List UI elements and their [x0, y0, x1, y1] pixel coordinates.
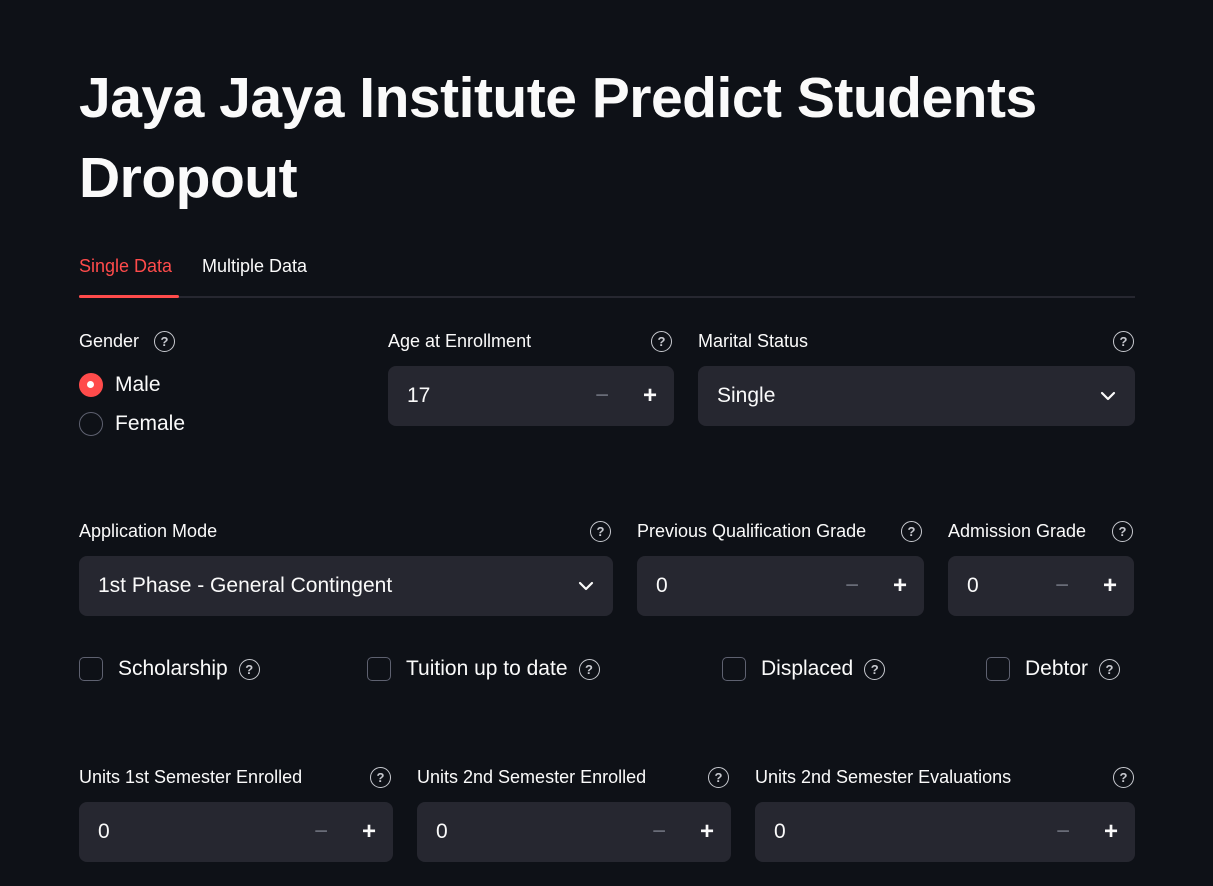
radio-label: Female: [115, 412, 186, 435]
units-2nd-evaluations-decrement-button[interactable]: −: [1039, 802, 1087, 862]
prev-grade-value[interactable]: 0: [637, 574, 828, 598]
debtor-checkbox[interactable]: Debtor ?: [986, 657, 1121, 681]
units-2nd-evaluations-number-input[interactable]: 0 − +: [755, 802, 1135, 862]
gender-label: Gender: [79, 331, 140, 351]
admission-grade-help-icon[interactable]: ?: [1112, 521, 1133, 542]
radio-label: Male: [115, 373, 161, 396]
units-1st-enrolled-help-icon[interactable]: ?: [370, 767, 391, 788]
age-value[interactable]: 17: [388, 384, 578, 408]
tab-bar: Single Data Multiple Data: [79, 248, 1135, 299]
admission-grade-label: Admission Grade: [948, 521, 1087, 541]
units-2nd-enrolled-help-icon[interactable]: ?: [708, 767, 729, 788]
displaced-help-icon[interactable]: ?: [864, 658, 886, 680]
age-label: Age at Enrollment: [388, 331, 532, 351]
checkbox-label: Tuition up to date: [406, 657, 568, 680]
app-page: Jaya Jaya Institute Predict Students Dro…: [0, 0, 1213, 886]
units-2nd-enrolled-label: Units 2nd Semester Enrolled: [417, 767, 647, 787]
gender-help-icon[interactable]: ?: [154, 331, 175, 352]
prev-grade-label: Previous Qualification Grade: [637, 521, 867, 541]
tuition-checkbox[interactable]: Tuition up to date ?: [367, 657, 600, 681]
checkbox-label: Debtor: [1025, 657, 1089, 680]
radio-selected-icon: [79, 373, 103, 397]
gender-radio-male[interactable]: Male: [79, 373, 161, 397]
units-2nd-evaluations-value[interactable]: 0: [755, 820, 1039, 844]
chevron-down-icon: [577, 577, 595, 595]
admission-grade-increment-button[interactable]: +: [1086, 556, 1134, 616]
application-mode-help-icon[interactable]: ?: [590, 521, 611, 542]
gender-radio-female[interactable]: Female: [79, 412, 185, 436]
page-title: Jaya Jaya Institute Predict Students Dro…: [79, 66, 1037, 210]
age-number-input[interactable]: 17 − +: [388, 366, 674, 426]
application-mode-select[interactable]: 1st Phase - General Contingent: [79, 556, 613, 616]
units-1st-enrolled-value[interactable]: 0: [79, 820, 297, 844]
units-2nd-enrolled-increment-button[interactable]: +: [683, 802, 731, 862]
debtor-help-icon[interactable]: ?: [1099, 658, 1121, 680]
checkbox-box[interactable]: [367, 657, 391, 681]
tuition-help-icon[interactable]: ?: [578, 658, 600, 680]
units-2nd-enrolled-number-input[interactable]: 0 − +: [417, 802, 731, 862]
application-mode-label: Application Mode: [79, 521, 218, 541]
marital-status-select[interactable]: Single: [698, 366, 1135, 426]
checkbox-box[interactable]: [79, 657, 103, 681]
prev-grade-help-icon[interactable]: ?: [901, 521, 922, 542]
scholarship-checkbox[interactable]: Scholarship ?: [79, 657, 260, 681]
prev-grade-decrement-button[interactable]: −: [828, 556, 876, 616]
active-tab-indicator: [79, 295, 179, 298]
chevron-down-icon: [1099, 387, 1117, 405]
units-1st-enrolled-label: Units 1st Semester Enrolled: [79, 767, 303, 787]
tab-multiple-data[interactable]: Multiple Data: [202, 256, 307, 277]
age-increment-button[interactable]: +: [626, 366, 674, 426]
units-2nd-evaluations-increment-button[interactable]: +: [1087, 802, 1135, 862]
checkbox-label: Scholarship: [118, 657, 228, 680]
admission-grade-decrement-button[interactable]: −: [1038, 556, 1086, 616]
marital-help-icon[interactable]: ?: [1113, 331, 1134, 352]
scholarship-help-icon[interactable]: ?: [238, 658, 260, 680]
units-2nd-enrolled-decrement-button[interactable]: −: [635, 802, 683, 862]
units-2nd-evaluations-label: Units 2nd Semester Evaluations: [755, 767, 1012, 787]
marital-status-value: Single: [717, 384, 776, 407]
prev-grade-increment-button[interactable]: +: [876, 556, 924, 616]
radio-unselected-icon: [79, 412, 103, 436]
units-1st-enrolled-number-input[interactable]: 0 − +: [79, 802, 393, 862]
age-decrement-button[interactable]: −: [578, 366, 626, 426]
units-1st-enrolled-increment-button[interactable]: +: [345, 802, 393, 862]
checkbox-box[interactable]: [722, 657, 746, 681]
prev-grade-number-input[interactable]: 0 − +: [637, 556, 924, 616]
age-help-icon[interactable]: ?: [651, 331, 672, 352]
marital-status-label: Marital Status: [698, 331, 809, 351]
units-2nd-evaluations-help-icon[interactable]: ?: [1113, 767, 1134, 788]
units-2nd-enrolled-value[interactable]: 0: [417, 820, 635, 844]
admission-grade-number-input[interactable]: 0 − +: [948, 556, 1134, 616]
checkbox-label: Displaced: [761, 657, 854, 680]
admission-grade-value[interactable]: 0: [948, 574, 1038, 598]
checkbox-box[interactable]: [986, 657, 1010, 681]
displaced-checkbox[interactable]: Displaced ?: [722, 657, 886, 681]
application-mode-value: 1st Phase - General Contingent: [98, 574, 393, 597]
units-1st-enrolled-decrement-button[interactable]: −: [297, 802, 345, 862]
tab-single-data[interactable]: Single Data: [79, 256, 172, 277]
tab-rail: [79, 296, 1135, 298]
